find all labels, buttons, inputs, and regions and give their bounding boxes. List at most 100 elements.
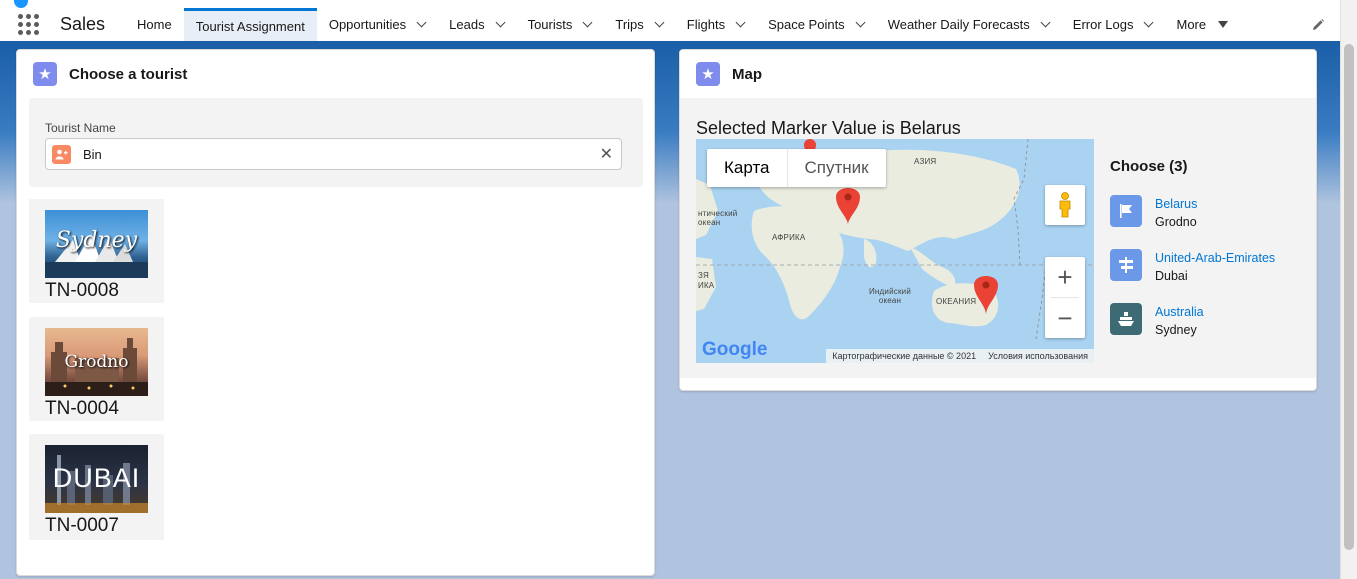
app-launcher-button[interactable] xyxy=(0,8,56,41)
location-item-belarus[interactable]: Belarus Grodno xyxy=(1110,195,1310,249)
top-strip xyxy=(0,0,1340,8)
location-city: Dubai xyxy=(1155,269,1188,283)
search-value: Bin xyxy=(83,147,102,162)
map-label-indian: Индийский океан xyxy=(868,287,911,305)
signpost-icon xyxy=(1110,249,1142,281)
tab-label: Weather Daily Forecasts xyxy=(887,17,1030,32)
map-terms-link[interactable]: Условия использования xyxy=(988,351,1088,361)
location-city: Grodno xyxy=(1155,215,1197,229)
map-label-atlantic: нтический океан xyxy=(698,209,738,227)
tab-tourist-assignment[interactable]: Tourist Assignment xyxy=(183,8,317,41)
tab-label: Tourists xyxy=(527,17,573,32)
search-label: Tourist Name xyxy=(45,121,116,135)
edit-nav-button[interactable] xyxy=(1296,8,1340,41)
tourist-id: TN-0007 xyxy=(45,515,119,536)
tab-trips[interactable]: Trips xyxy=(603,8,674,41)
map-label-asia: АЗИЯ xyxy=(914,157,937,166)
tab-space-points[interactable]: Space Points xyxy=(756,8,876,41)
tab-label: Flights xyxy=(686,17,726,32)
location-city: Sydney xyxy=(1155,323,1197,337)
chevron-down-icon[interactable] xyxy=(654,17,665,28)
global-nav: Sales Home Tourist Assignment Opportunit… xyxy=(0,8,1340,44)
tab-error-logs[interactable]: Error Logs xyxy=(1061,8,1165,41)
thumb-label: DUBAI xyxy=(52,463,141,493)
star-icon: ★ xyxy=(696,62,720,86)
contact-icon xyxy=(52,145,71,164)
thumb-label: Grodno xyxy=(64,352,129,372)
zoom-in-button[interactable]: + xyxy=(1045,257,1085,297)
tourist-tile[interactable]: DUBAI TN-0007 xyxy=(29,434,164,540)
ship-icon xyxy=(1110,303,1142,335)
pegman-icon xyxy=(1059,192,1071,218)
chevron-down-icon[interactable] xyxy=(735,17,746,28)
location-item-uae[interactable]: United-Arab-Emirates Dubai xyxy=(1110,249,1310,303)
choose-panel: Choose (3) Belarus Grodno United-Arab-Em… xyxy=(1110,158,1310,357)
card-header: ★ Choose a tourist xyxy=(17,50,654,98)
chevron-down-icon[interactable] xyxy=(582,17,593,28)
map-type-map-button[interactable]: Карта xyxy=(707,149,788,187)
tab-label: Opportunities xyxy=(328,17,407,32)
sydney-image: Sydney xyxy=(45,210,148,278)
map-data-credit: Картографические данные © 2021 xyxy=(832,351,977,361)
map-card: ★ Map Selected Marker Value is Belarus А… xyxy=(679,49,1317,391)
tab-home[interactable]: Home xyxy=(125,8,184,41)
location-item-australia[interactable]: Australia Sydney xyxy=(1110,303,1310,357)
caret-down-icon xyxy=(1218,21,1229,28)
pencil-icon xyxy=(1313,18,1324,30)
map-label-oceania: ОКЕАНИЯ xyxy=(936,297,977,306)
thumb-label: Sydney xyxy=(55,228,138,253)
google-logo: Google xyxy=(702,339,767,361)
tab-weather-daily-forecasts[interactable]: Weather Daily Forecasts xyxy=(876,8,1061,41)
street-view-button[interactable] xyxy=(1045,185,1085,225)
map-view[interactable]: АЗИЯ АФРИКА нтический океан Индийский ок… xyxy=(696,139,1094,363)
location-text: United-Arab-Emirates Dubai xyxy=(1155,249,1275,285)
chevron-down-icon[interactable] xyxy=(416,17,427,28)
chevron-down-icon[interactable] xyxy=(855,17,866,28)
tourist-name-input[interactable]: Bin ✕ xyxy=(45,138,622,170)
grodno-image: Grodno xyxy=(45,328,148,396)
tab-leads[interactable]: Leads xyxy=(437,8,515,41)
choose-title: Choose (3) xyxy=(1110,158,1188,175)
map-caption: Selected Marker Value is Belarus xyxy=(696,118,961,138)
google-logo-text: Google xyxy=(702,339,768,360)
map-label-africa: АФРИКА xyxy=(772,233,806,242)
page-scrollbar[interactable] xyxy=(1340,0,1357,579)
tab-label: Tourist Assignment xyxy=(195,18,305,34)
location-name[interactable]: Australia xyxy=(1155,303,1204,321)
zoom-out-button[interactable]: − xyxy=(1045,298,1085,338)
tab-label: More xyxy=(1176,17,1207,32)
scrollbar-thumb[interactable] xyxy=(1344,44,1354,550)
location-text: Belarus Grodno xyxy=(1155,195,1197,231)
tab-tourists[interactable]: Tourists xyxy=(516,8,604,41)
waffle-icon xyxy=(17,14,39,35)
map-label-left2: ИКА xyxy=(698,281,715,290)
tab-label: Leads xyxy=(449,17,485,32)
dubai-image: DUBAI xyxy=(45,445,148,513)
close-icon[interactable]: ✕ xyxy=(600,144,613,164)
tourist-tile[interactable]: Sydney TN-0008 xyxy=(29,199,164,303)
map-type-control: Карта Спутник xyxy=(707,149,886,187)
tab-flights[interactable]: Flights xyxy=(675,8,756,41)
location-name[interactable]: Belarus xyxy=(1155,195,1197,213)
tourist-id: TN-0008 xyxy=(45,280,119,301)
star-icon: ★ xyxy=(33,62,57,86)
chevron-down-icon[interactable] xyxy=(1144,17,1154,28)
search-area: Tourist Name Bin ✕ xyxy=(29,98,643,187)
map-type-satellite-button[interactable]: Спутник xyxy=(788,149,886,187)
tab-label: Error Logs xyxy=(1072,17,1134,32)
app-name: Sales xyxy=(60,14,106,34)
location-name[interactable]: United-Arab-Emirates xyxy=(1155,249,1275,267)
tab-label: Home xyxy=(137,17,172,32)
map-area: Selected Marker Value is Belarus АЗИЯ АФ… xyxy=(680,98,1316,378)
card-title: Choose a tourist xyxy=(69,65,188,83)
tab-label: Space Points xyxy=(768,17,845,32)
app-indicator-dot xyxy=(14,0,28,8)
card-header: ★ Map xyxy=(680,50,1316,98)
chevron-down-icon[interactable] xyxy=(1040,17,1051,28)
tab-more[interactable]: More xyxy=(1164,8,1240,41)
tab-label: Trips xyxy=(615,17,644,32)
flag-icon xyxy=(1110,195,1142,227)
tab-opportunities[interactable]: Opportunities xyxy=(317,8,437,41)
tourist-tile[interactable]: Grodno TN-0004 xyxy=(29,317,164,421)
chevron-down-icon[interactable] xyxy=(495,17,506,28)
